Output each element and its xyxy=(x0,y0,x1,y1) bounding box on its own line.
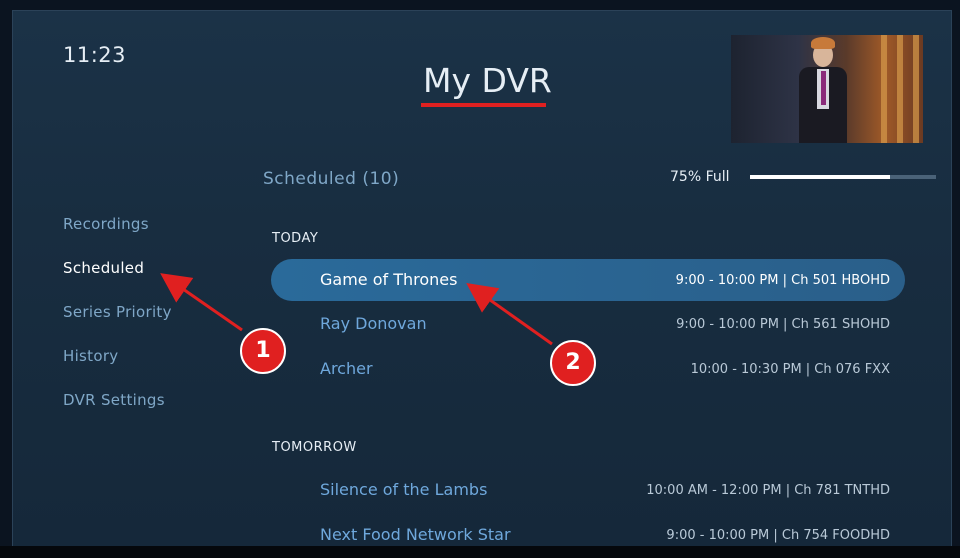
annotation-badge-1: 1 xyxy=(240,328,286,374)
annotation-badge-2: 2 xyxy=(550,340,596,386)
annotation-arrows xyxy=(160,273,553,346)
arrow-icon xyxy=(466,283,553,346)
screen-bezel-bottom xyxy=(0,546,960,558)
arrow-icon xyxy=(160,273,243,332)
